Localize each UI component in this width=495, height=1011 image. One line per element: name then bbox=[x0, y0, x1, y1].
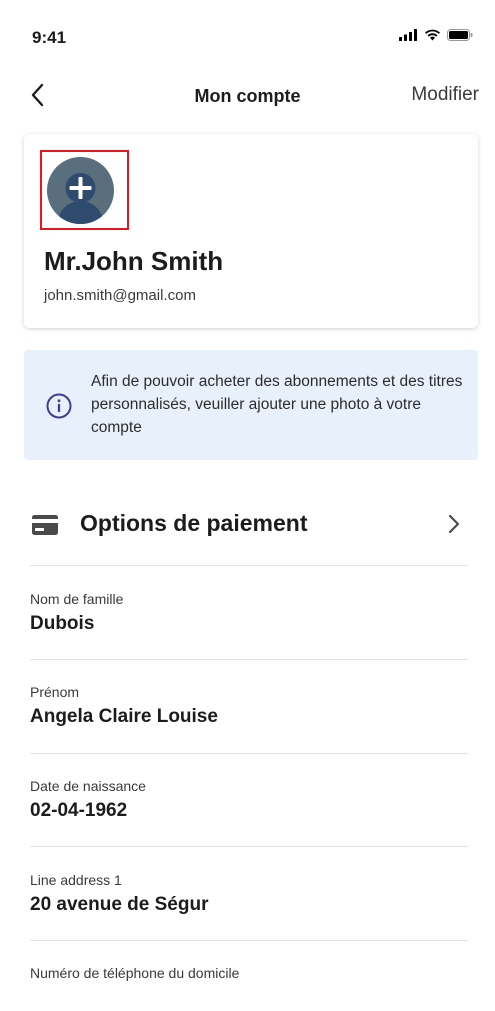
divider bbox=[30, 753, 468, 754]
field-label: Line address 1 bbox=[30, 872, 122, 888]
battery-icon bbox=[447, 29, 473, 41]
add-user-avatar-icon bbox=[58, 173, 103, 224]
wifi-icon bbox=[425, 29, 440, 41]
field-birth-date[interactable]: Date de naissance 02-04-1962 bbox=[30, 778, 470, 822]
add-photo-button[interactable] bbox=[40, 150, 129, 230]
credit-card-icon bbox=[32, 515, 58, 535]
field-first-name[interactable]: Prénom Angela Claire Louise bbox=[30, 684, 470, 728]
field-value: Angela Claire Louise bbox=[30, 706, 218, 727]
field-address-line-1[interactable]: Line address 1 20 avenue de Ségur bbox=[30, 872, 470, 916]
field-label: Prénom bbox=[30, 684, 80, 700]
field-label: Nom de famille bbox=[30, 591, 124, 607]
field-label: Numéro de téléphone du domicile bbox=[30, 965, 240, 981]
divider bbox=[30, 940, 468, 941]
profile-card: Mr.John Smith john.smith@gmail.com bbox=[24, 134, 478, 328]
info-banner-text: Afin de pouvoir acheter des abonnements … bbox=[91, 373, 463, 436]
signal-icon bbox=[399, 29, 417, 41]
edit-button[interactable]: Modifier bbox=[411, 84, 479, 106]
status-bar: 9:41 bbox=[0, 0, 495, 70]
info-icon bbox=[46, 393, 72, 419]
payment-options-row[interactable]: Options de paiement bbox=[30, 494, 470, 564]
profile-email: john.smith@gmail.com bbox=[44, 287, 196, 304]
field-value: Dubois bbox=[30, 613, 95, 634]
payment-options-label: Options de paiement bbox=[80, 510, 308, 536]
chevron-right-icon bbox=[448, 514, 460, 534]
field-value: 02-04-1962 bbox=[30, 800, 128, 821]
field-value: 20 avenue de Ségur bbox=[30, 894, 209, 915]
field-last-name[interactable]: Nom de famille Dubois bbox=[30, 591, 470, 635]
field-label: Date de naissance bbox=[30, 778, 146, 794]
status-time: 9:41 bbox=[32, 28, 67, 47]
field-home-phone[interactable]: Numéro de téléphone du domicile bbox=[30, 965, 470, 987]
divider bbox=[30, 565, 468, 566]
divider bbox=[30, 846, 468, 847]
avatar bbox=[47, 157, 114, 224]
nav-bar: Mon compte Modifier bbox=[0, 70, 495, 120]
info-banner: Afin de pouvoir acheter des abonnements … bbox=[24, 350, 478, 460]
profile-name: Mr.John Smith bbox=[44, 246, 224, 276]
status-icons bbox=[399, 29, 473, 41]
divider bbox=[30, 659, 468, 660]
